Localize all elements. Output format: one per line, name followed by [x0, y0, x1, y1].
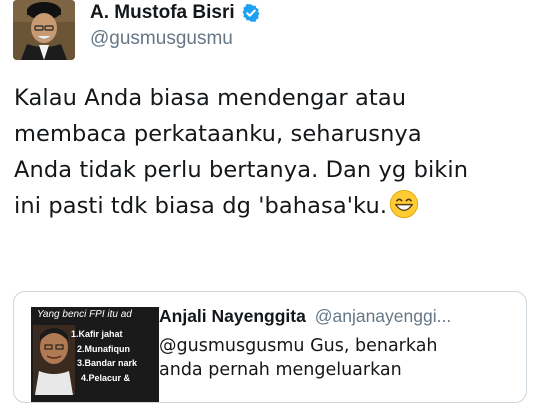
media-list-item: 4.Pelacur &: [81, 373, 131, 383]
quoted-author-row[interactable]: Anjali Nayenggita @anjanayenggi...: [159, 306, 451, 327]
tweet-text-line: ini pasti tdk biasa dg 'bahasa'ku.: [14, 193, 388, 219]
author-name-row[interactable]: A. Mustofa Bisri: [90, 2, 261, 24]
quoted-text-line: @gusmusgusmu Gus, benarkah: [159, 336, 438, 356]
tweet: A. Mustofa Bisri @gusmusgusmu Kalau Anda…: [0, 0, 540, 403]
quoted-tweet-text: @gusmusgusmu Gus, benarkah anda pernah m…: [159, 334, 509, 382]
person-photo-icon: [33, 325, 75, 395]
media-list-item: 3.Bandar nark: [77, 358, 138, 368]
media-title: Yang benci FPI itu ad: [37, 309, 132, 320]
quoted-author-handle[interactable]: @anjanayenggi...: [315, 306, 451, 326]
quoted-author-name[interactable]: Anjali Nayenggita: [159, 306, 306, 326]
top-edge-graphic: [392, 0, 442, 4]
tweet-text-line: Anda tidak perlu bertanya. Dan yg bikin: [14, 157, 469, 183]
tweet-text-line: membaca perkataanku, seharusnya: [14, 121, 422, 147]
author-display-name[interactable]: A. Mustofa Bisri: [90, 2, 235, 24]
tweet-text-line: Kalau Anda biasa mendengar atau: [14, 85, 407, 111]
author-handle[interactable]: @gusmusgusmu: [90, 28, 233, 50]
quoted-text-line: anda pernah mengeluarkan: [159, 360, 402, 380]
media-list-item: 2.Munafiqun: [77, 344, 130, 354]
profile-photo-icon: [13, 0, 75, 60]
media-list-item: 1.Kafir jahat: [71, 329, 123, 339]
grinning-face-emoji-icon: [390, 189, 419, 219]
quoted-tweet-card[interactable]: Yang benci FPI itu ad 1.Kafir jahat 2.Mu…: [13, 291, 527, 403]
tweet-text-line-last: ini pasti tdk biasa dg 'bahasa'ku.: [14, 188, 534, 224]
avatar[interactable]: [13, 0, 75, 60]
quoted-tweet-media[interactable]: Yang benci FPI itu ad 1.Kafir jahat 2.Mu…: [31, 307, 159, 402]
tweet-text: Kalau Anda biasa mendengar atau membaca …: [14, 80, 534, 224]
verified-badge-icon: [242, 3, 260, 22]
